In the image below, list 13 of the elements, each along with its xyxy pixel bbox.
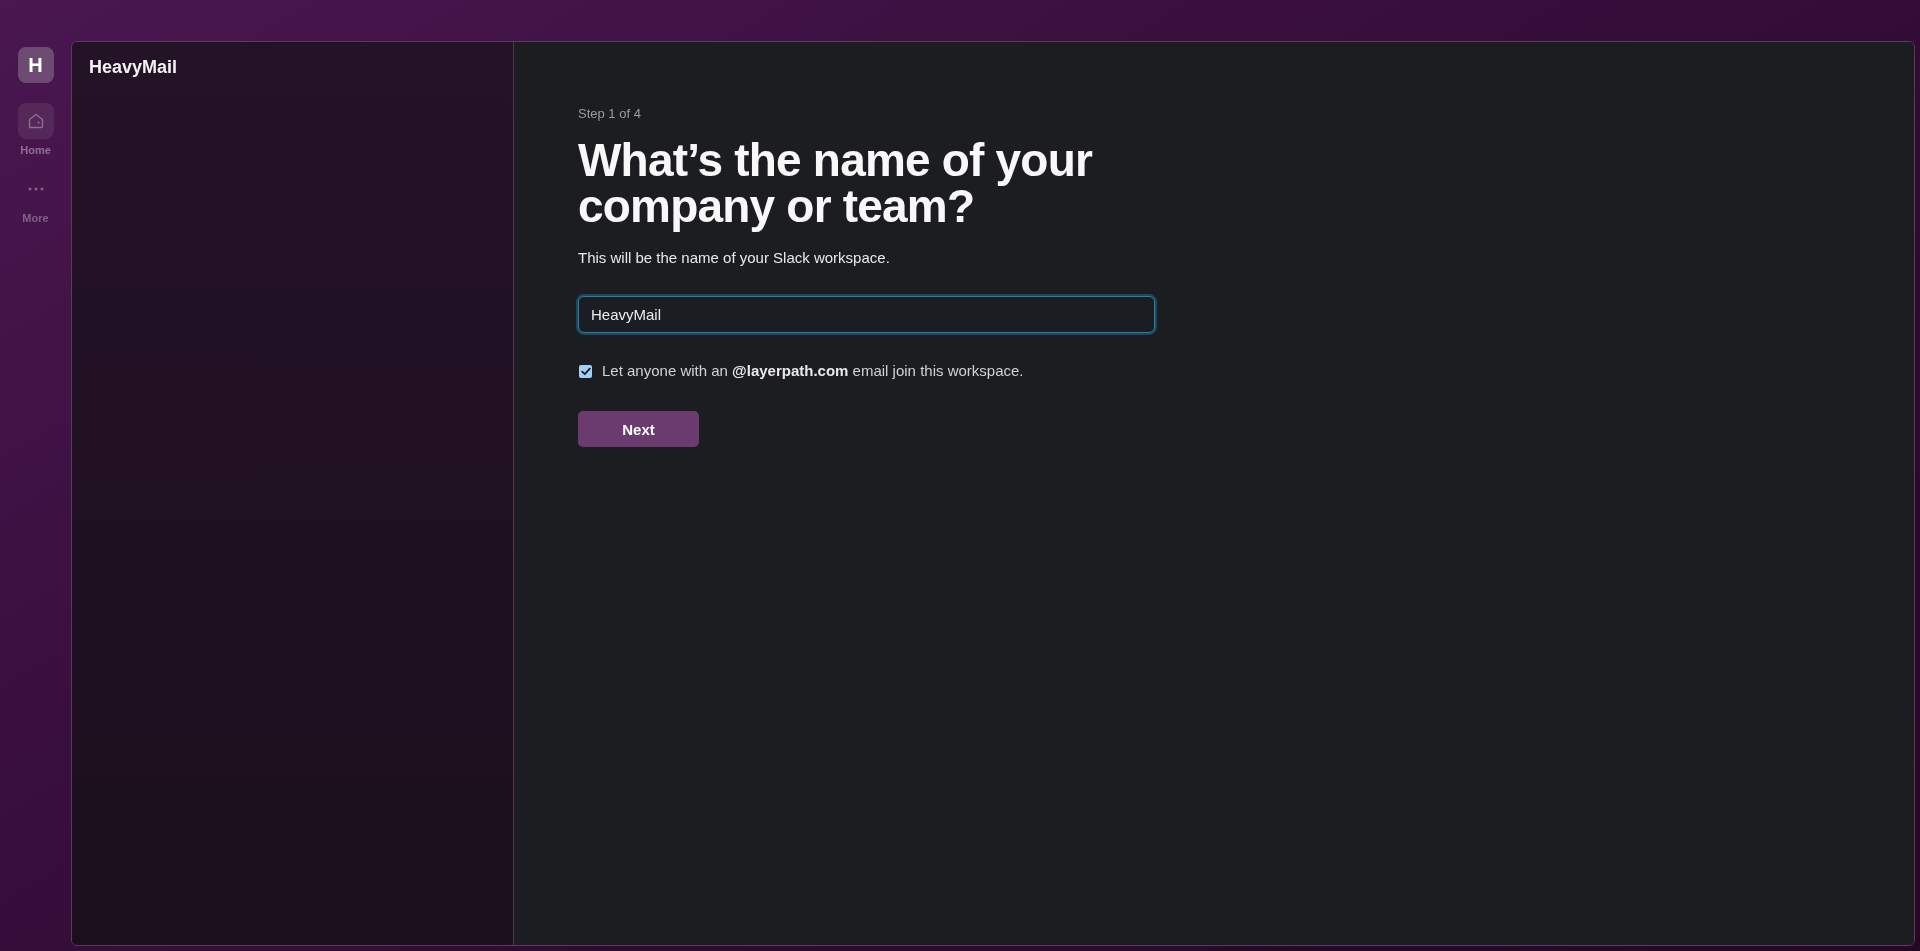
home-tile[interactable]	[17, 103, 54, 139]
rail-label: More	[22, 211, 49, 225]
checkbox[interactable]	[579, 364, 592, 378]
subtitle-text: This will be the name of your Slack workspace.	[578, 248, 890, 268]
checkbox-label: Let anyone with an @layerpath.com email join this workspace.	[602, 361, 1024, 381]
more-dots-icon	[27, 187, 44, 191]
step-indicator: Step 1 of 4	[578, 106, 641, 122]
rail-label: Home	[20, 143, 51, 157]
workspace-name-field[interactable]: HeavyMail	[578, 296, 1155, 333]
workspace-name: HeavyMail	[89, 56, 178, 79]
home-icon	[26, 112, 45, 130]
workspace-tile[interactable]: H	[17, 47, 54, 83]
next-button[interactable]: Next	[578, 411, 699, 447]
